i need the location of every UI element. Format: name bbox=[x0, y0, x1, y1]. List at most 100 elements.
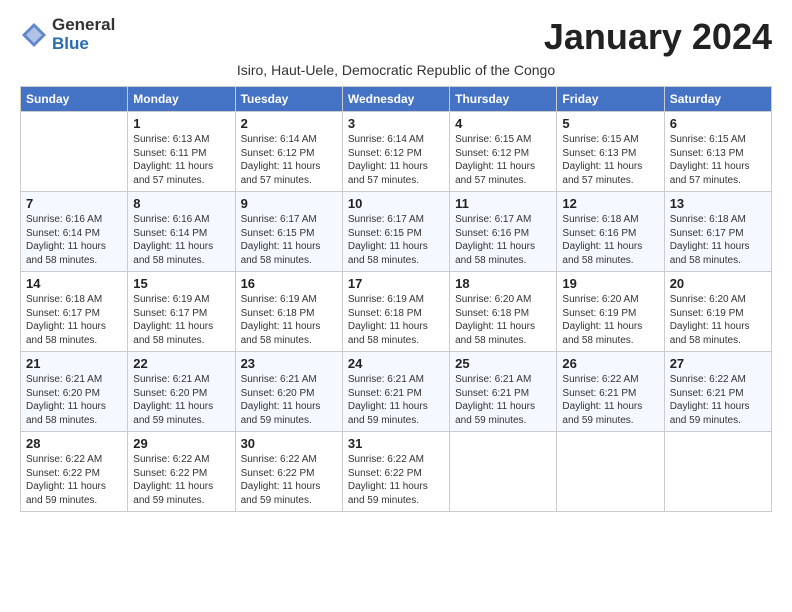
cell-info: Sunrise: 6:16 AMSunset: 6:14 PMDaylight:… bbox=[133, 214, 213, 266]
cell-info: Sunrise: 6:21 AMSunset: 6:20 PMDaylight:… bbox=[241, 374, 321, 426]
header-day-sunday: Sunday bbox=[21, 87, 128, 112]
day-number: 10 bbox=[348, 196, 444, 211]
day-number: 1 bbox=[133, 116, 229, 131]
calendar-cell: 17 Sunrise: 6:19 AMSunset: 6:18 PMDaylig… bbox=[342, 272, 449, 352]
day-number: 30 bbox=[241, 436, 337, 451]
cell-info: Sunrise: 6:15 AMSunset: 6:13 PMDaylight:… bbox=[562, 134, 642, 186]
day-number: 19 bbox=[562, 276, 658, 291]
calendar-cell bbox=[664, 432, 771, 512]
day-number: 14 bbox=[26, 276, 122, 291]
subtitle: Isiro, Haut-Uele, Democratic Republic of… bbox=[20, 62, 772, 78]
day-number: 2 bbox=[241, 116, 337, 131]
cell-info: Sunrise: 6:19 AMSunset: 6:17 PMDaylight:… bbox=[133, 294, 213, 346]
cell-info: Sunrise: 6:21 AMSunset: 6:20 PMDaylight:… bbox=[133, 374, 213, 426]
day-number: 9 bbox=[241, 196, 337, 211]
calendar-cell: 24 Sunrise: 6:21 AMSunset: 6:21 PMDaylig… bbox=[342, 352, 449, 432]
day-number: 28 bbox=[26, 436, 122, 451]
day-number: 5 bbox=[562, 116, 658, 131]
day-number: 26 bbox=[562, 356, 658, 371]
logo: General Blue bbox=[20, 16, 115, 53]
day-number: 11 bbox=[455, 196, 551, 211]
calendar-cell: 4 Sunrise: 6:15 AMSunset: 6:12 PMDayligh… bbox=[450, 112, 557, 192]
cell-info: Sunrise: 6:22 AMSunset: 6:21 PMDaylight:… bbox=[562, 374, 642, 426]
cell-info: Sunrise: 6:20 AMSunset: 6:19 PMDaylight:… bbox=[562, 294, 642, 346]
cell-info: Sunrise: 6:21 AMSunset: 6:21 PMDaylight:… bbox=[455, 374, 535, 426]
calendar-cell: 11 Sunrise: 6:17 AMSunset: 6:16 PMDaylig… bbox=[450, 192, 557, 272]
cell-info: Sunrise: 6:17 AMSunset: 6:16 PMDaylight:… bbox=[455, 214, 535, 266]
header-day-monday: Monday bbox=[128, 87, 235, 112]
cell-info: Sunrise: 6:19 AMSunset: 6:18 PMDaylight:… bbox=[348, 294, 428, 346]
calendar-cell: 13 Sunrise: 6:18 AMSunset: 6:17 PMDaylig… bbox=[664, 192, 771, 272]
cell-info: Sunrise: 6:22 AMSunset: 6:22 PMDaylight:… bbox=[26, 454, 106, 506]
day-number: 16 bbox=[241, 276, 337, 291]
cell-info: Sunrise: 6:15 AMSunset: 6:13 PMDaylight:… bbox=[670, 134, 750, 186]
calendar-week-row: 14 Sunrise: 6:18 AMSunset: 6:17 PMDaylig… bbox=[21, 272, 772, 352]
calendar-cell: 10 Sunrise: 6:17 AMSunset: 6:15 PMDaylig… bbox=[342, 192, 449, 272]
calendar-cell: 6 Sunrise: 6:15 AMSunset: 6:13 PMDayligh… bbox=[664, 112, 771, 192]
calendar-cell: 3 Sunrise: 6:14 AMSunset: 6:12 PMDayligh… bbox=[342, 112, 449, 192]
calendar-week-row: 21 Sunrise: 6:21 AMSunset: 6:20 PMDaylig… bbox=[21, 352, 772, 432]
cell-info: Sunrise: 6:22 AMSunset: 6:22 PMDaylight:… bbox=[133, 454, 213, 506]
day-number: 4 bbox=[455, 116, 551, 131]
calendar-cell: 9 Sunrise: 6:17 AMSunset: 6:15 PMDayligh… bbox=[235, 192, 342, 272]
calendar-header-row: SundayMondayTuesdayWednesdayThursdayFrid… bbox=[21, 87, 772, 112]
cell-info: Sunrise: 6:18 AMSunset: 6:17 PMDaylight:… bbox=[26, 294, 106, 346]
logo-icon bbox=[20, 21, 48, 49]
logo-blue-text: Blue bbox=[52, 35, 115, 54]
day-number: 7 bbox=[26, 196, 122, 211]
calendar-cell: 8 Sunrise: 6:16 AMSunset: 6:14 PMDayligh… bbox=[128, 192, 235, 272]
day-number: 8 bbox=[133, 196, 229, 211]
header-day-saturday: Saturday bbox=[664, 87, 771, 112]
logo-general-text: General bbox=[52, 16, 115, 35]
calendar-cell: 25 Sunrise: 6:21 AMSunset: 6:21 PMDaylig… bbox=[450, 352, 557, 432]
cell-info: Sunrise: 6:22 AMSunset: 6:22 PMDaylight:… bbox=[241, 454, 321, 506]
calendar-cell: 2 Sunrise: 6:14 AMSunset: 6:12 PMDayligh… bbox=[235, 112, 342, 192]
header-day-tuesday: Tuesday bbox=[235, 87, 342, 112]
day-number: 6 bbox=[670, 116, 766, 131]
calendar-week-row: 28 Sunrise: 6:22 AMSunset: 6:22 PMDaylig… bbox=[21, 432, 772, 512]
calendar-cell: 14 Sunrise: 6:18 AMSunset: 6:17 PMDaylig… bbox=[21, 272, 128, 352]
calendar-week-row: 1 Sunrise: 6:13 AMSunset: 6:11 PMDayligh… bbox=[21, 112, 772, 192]
cell-info: Sunrise: 6:22 AMSunset: 6:22 PMDaylight:… bbox=[348, 454, 428, 506]
header: General Blue January 2024 bbox=[20, 16, 772, 58]
calendar-cell: 27 Sunrise: 6:22 AMSunset: 6:21 PMDaylig… bbox=[664, 352, 771, 432]
cell-info: Sunrise: 6:20 AMSunset: 6:19 PMDaylight:… bbox=[670, 294, 750, 346]
calendar-cell: 29 Sunrise: 6:22 AMSunset: 6:22 PMDaylig… bbox=[128, 432, 235, 512]
header-day-friday: Friday bbox=[557, 87, 664, 112]
calendar-cell bbox=[450, 432, 557, 512]
day-number: 3 bbox=[348, 116, 444, 131]
day-number: 24 bbox=[348, 356, 444, 371]
calendar-cell: 16 Sunrise: 6:19 AMSunset: 6:18 PMDaylig… bbox=[235, 272, 342, 352]
calendar-cell bbox=[21, 112, 128, 192]
header-day-wednesday: Wednesday bbox=[342, 87, 449, 112]
calendar-cell: 30 Sunrise: 6:22 AMSunset: 6:22 PMDaylig… bbox=[235, 432, 342, 512]
day-number: 12 bbox=[562, 196, 658, 211]
calendar-cell: 15 Sunrise: 6:19 AMSunset: 6:17 PMDaylig… bbox=[128, 272, 235, 352]
calendar-week-row: 7 Sunrise: 6:16 AMSunset: 6:14 PMDayligh… bbox=[21, 192, 772, 272]
cell-info: Sunrise: 6:17 AMSunset: 6:15 PMDaylight:… bbox=[241, 214, 321, 266]
cell-info: Sunrise: 6:22 AMSunset: 6:21 PMDaylight:… bbox=[670, 374, 750, 426]
cell-info: Sunrise: 6:15 AMSunset: 6:12 PMDaylight:… bbox=[455, 134, 535, 186]
calendar-cell: 19 Sunrise: 6:20 AMSunset: 6:19 PMDaylig… bbox=[557, 272, 664, 352]
day-number: 18 bbox=[455, 276, 551, 291]
day-number: 25 bbox=[455, 356, 551, 371]
calendar-cell: 12 Sunrise: 6:18 AMSunset: 6:16 PMDaylig… bbox=[557, 192, 664, 272]
header-day-thursday: Thursday bbox=[450, 87, 557, 112]
day-number: 15 bbox=[133, 276, 229, 291]
calendar-cell: 18 Sunrise: 6:20 AMSunset: 6:18 PMDaylig… bbox=[450, 272, 557, 352]
cell-info: Sunrise: 6:13 AMSunset: 6:11 PMDaylight:… bbox=[133, 134, 213, 186]
calendar-cell: 21 Sunrise: 6:21 AMSunset: 6:20 PMDaylig… bbox=[21, 352, 128, 432]
cell-info: Sunrise: 6:14 AMSunset: 6:12 PMDaylight:… bbox=[241, 134, 321, 186]
calendar-cell: 20 Sunrise: 6:20 AMSunset: 6:19 PMDaylig… bbox=[664, 272, 771, 352]
cell-info: Sunrise: 6:20 AMSunset: 6:18 PMDaylight:… bbox=[455, 294, 535, 346]
day-number: 21 bbox=[26, 356, 122, 371]
day-number: 29 bbox=[133, 436, 229, 451]
day-number: 22 bbox=[133, 356, 229, 371]
day-number: 13 bbox=[670, 196, 766, 211]
day-number: 27 bbox=[670, 356, 766, 371]
calendar-cell: 7 Sunrise: 6:16 AMSunset: 6:14 PMDayligh… bbox=[21, 192, 128, 272]
cell-info: Sunrise: 6:17 AMSunset: 6:15 PMDaylight:… bbox=[348, 214, 428, 266]
calendar-cell: 23 Sunrise: 6:21 AMSunset: 6:20 PMDaylig… bbox=[235, 352, 342, 432]
day-number: 17 bbox=[348, 276, 444, 291]
calendar-cell: 28 Sunrise: 6:22 AMSunset: 6:22 PMDaylig… bbox=[21, 432, 128, 512]
